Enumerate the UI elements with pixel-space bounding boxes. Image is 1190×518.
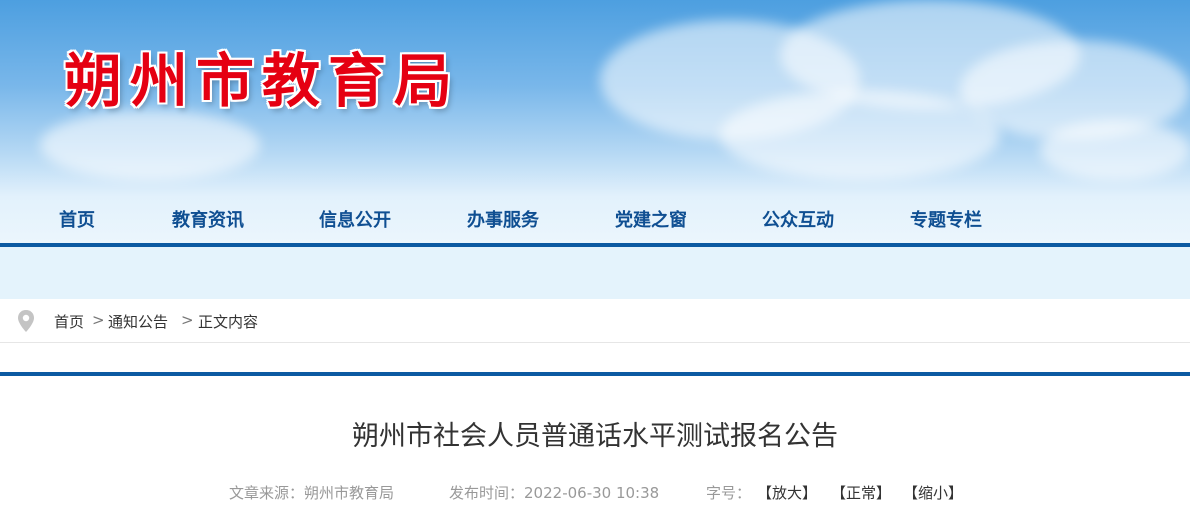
light-band: [0, 247, 1190, 299]
main-nav: 首页 教育资讯 信息公开 办事服务 党建之窗 公众互动 专题专栏: [0, 196, 1190, 240]
nav-item-special-topics[interactable]: 专题专栏: [910, 206, 982, 232]
header-banner: 朔州市教育局 首页 教育资讯 信息公开 办事服务 党建之窗 公众互动 专题专栏: [0, 0, 1190, 246]
breadcrumb-notices[interactable]: 通知公告: [108, 311, 168, 332]
cloud-decoration: [720, 90, 1000, 180]
breadcrumb: 首页 > 通知公告 > 正文内容: [0, 299, 1190, 343]
nav-item-info-disclosure[interactable]: 信息公开: [319, 206, 391, 232]
font-larger-button[interactable]: 【放大】: [757, 482, 817, 503]
source-label: 文章来源：: [229, 484, 305, 502]
fontsize-label: 字号：: [706, 484, 752, 502]
nav-item-party-building[interactable]: 党建之窗: [615, 206, 687, 232]
nav-item-education-news[interactable]: 教育资讯: [172, 206, 244, 232]
cloud-decoration: [1040, 120, 1190, 180]
breadcrumb-separator: >: [92, 311, 105, 329]
font-smaller-button[interactable]: 【缩小】: [903, 482, 963, 503]
source-value: 朔州市教育局: [304, 484, 395, 502]
nav-item-services[interactable]: 办事服务: [467, 206, 539, 232]
font-normal-button[interactable]: 【正常】: [831, 482, 891, 503]
article-date: 发布时间：2022-06-30 10:38: [449, 482, 659, 503]
date-label: 发布时间：: [449, 484, 525, 502]
date-value: 2022-06-30 10:38: [524, 484, 660, 502]
breadcrumb-current: 正文内容: [198, 313, 259, 331]
site-title: 朔州市教育局: [64, 47, 461, 115]
breadcrumb-home[interactable]: 首页: [54, 311, 84, 332]
nav-item-home[interactable]: 首页: [59, 206, 95, 232]
cloud-decoration: [40, 110, 260, 180]
breadcrumb-separator: >: [181, 311, 194, 329]
article-source: 文章来源：朔州市教育局: [229, 482, 394, 503]
article-title: 朔州市社会人员普通话水平测试报名公告: [352, 421, 838, 452]
content-divider: [0, 372, 1190, 376]
location-pin-icon: [18, 310, 34, 332]
nav-item-public-interaction[interactable]: 公众互动: [762, 206, 834, 232]
